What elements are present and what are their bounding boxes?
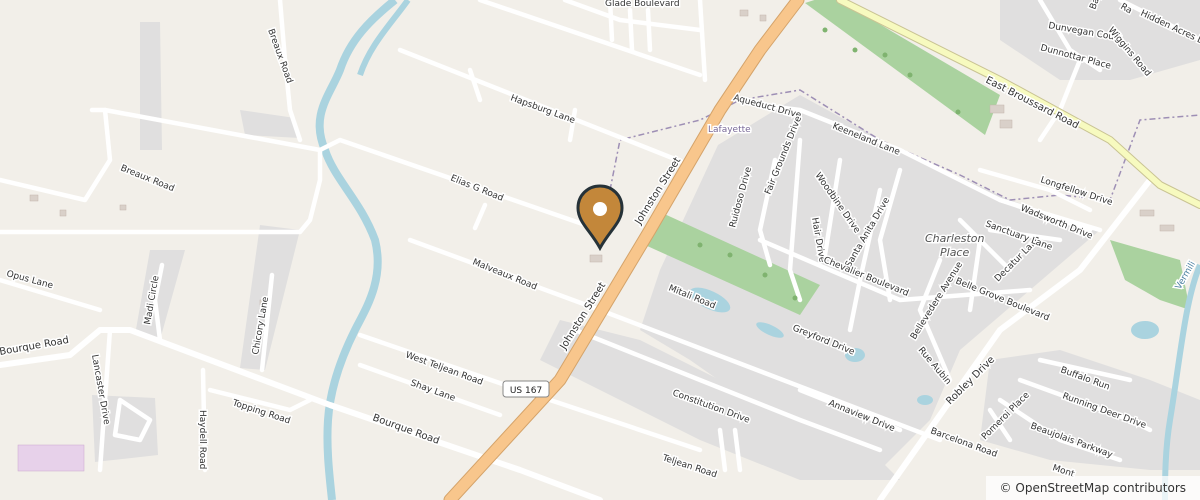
map-canvas[interactable]: Breaux Road Breaux Road Glade Boulevard …: [0, 0, 1200, 500]
label-haydell-road: Haydell Road: [197, 410, 207, 469]
label-breaux-road: Breaux Road: [119, 164, 176, 195]
label-east-broussard-road: East Broussard Road: [984, 75, 1081, 132]
label-shay-lane: Shay Lane: [409, 378, 457, 404]
place-lafayette: Lafayette: [708, 125, 751, 135]
map-pin-icon[interactable]: [576, 184, 624, 252]
place-charleston: Charleston: [925, 232, 985, 245]
attribution-link[interactable]: OpenStreetMap contributors: [1015, 481, 1186, 495]
copyright-symbol: ©: [999, 481, 1012, 495]
attribution-bar: © OpenStreetMap contributors: [985, 476, 1200, 500]
map-pin-center: [593, 202, 607, 216]
us-167-shield-text: US 167: [510, 386, 542, 396]
label-breaux-road-side: Breaux Road: [265, 28, 294, 85]
label-malveaux-road: Malveaux Road: [471, 258, 538, 293]
label-hapsburg-lane: Hapsburg Lane: [509, 93, 577, 126]
us-167-shield: US 167: [502, 380, 550, 398]
label-glade-boulevard: Glade Boulevard: [605, 0, 680, 9]
map-tiles: Breaux Road Breaux Road Glade Boulevard …: [0, 0, 1200, 500]
label-elias-g-road: Elias G Road: [449, 174, 505, 204]
label-bourque-road-2: Bourque Road: [371, 412, 441, 446]
place-charleston-place: Place: [940, 246, 969, 259]
label-teljean-road: Teljean Road: [660, 453, 718, 480]
